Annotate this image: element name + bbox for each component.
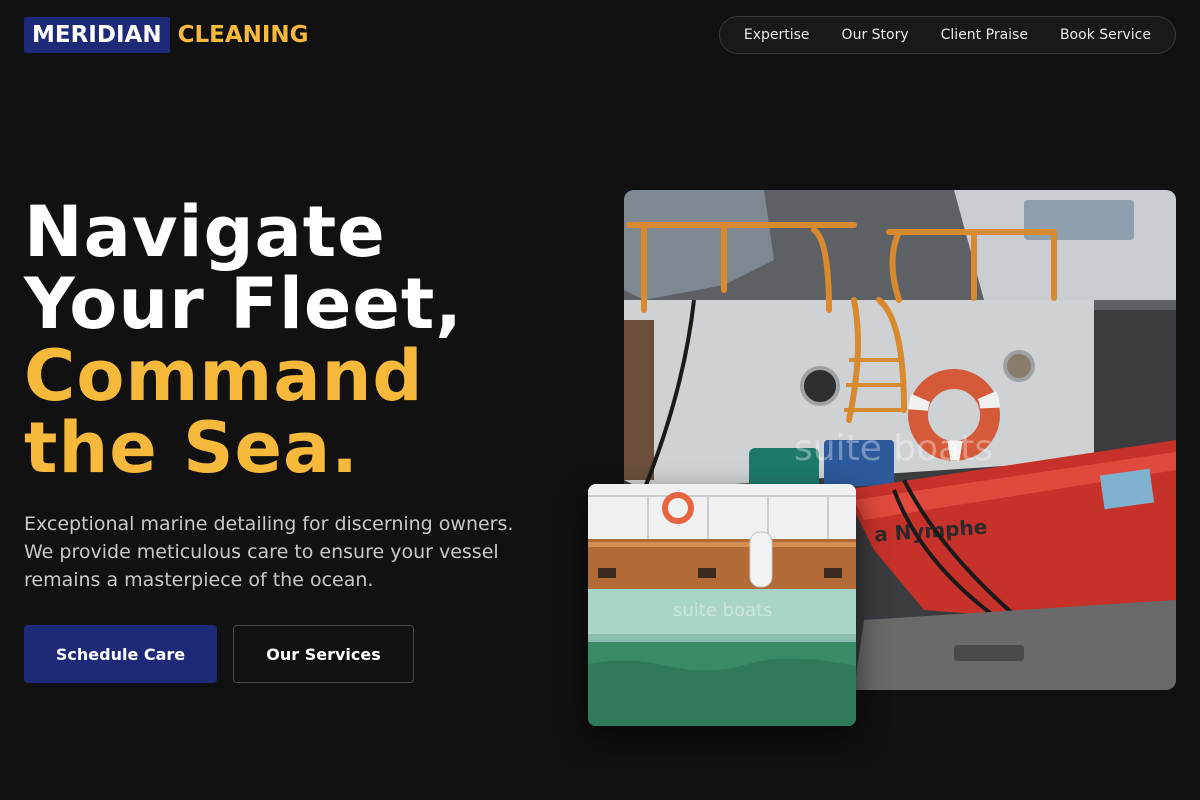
hero-headline: Navigate Your Fleet, Command the Sea.: [24, 196, 584, 484]
boat-photo-secondary: suite boats: [588, 484, 856, 726]
nav-expertise[interactable]: Expertise: [728, 27, 826, 43]
schedule-care-button[interactable]: Schedule Care: [24, 625, 217, 683]
logo-primary: MERIDIAN: [24, 17, 170, 53]
nav-client-praise[interactable]: Client Praise: [925, 27, 1044, 43]
main-nav: Expertise Our Story Client Praise Book S…: [718, 16, 1176, 54]
nav-book-service[interactable]: Book Service: [1044, 27, 1167, 43]
logo-accent: CLEANING: [177, 22, 309, 48]
nav-our-story[interactable]: Our Story: [826, 27, 925, 43]
our-services-button[interactable]: Our Services: [233, 625, 414, 683]
logo[interactable]: MERIDIAN CLEANING: [24, 17, 309, 53]
headline-line-1: Navigate: [24, 191, 386, 273]
headline-line-4: the Sea.: [24, 407, 359, 489]
small-watermark: suite boats: [673, 600, 773, 621]
headline-line-3: Command: [24, 335, 424, 417]
hero-description: Exceptional marine detailing for discern…: [24, 513, 514, 591]
main-watermark: suite boats: [794, 428, 993, 469]
headline-line-2: Your Fleet,: [24, 263, 463, 345]
